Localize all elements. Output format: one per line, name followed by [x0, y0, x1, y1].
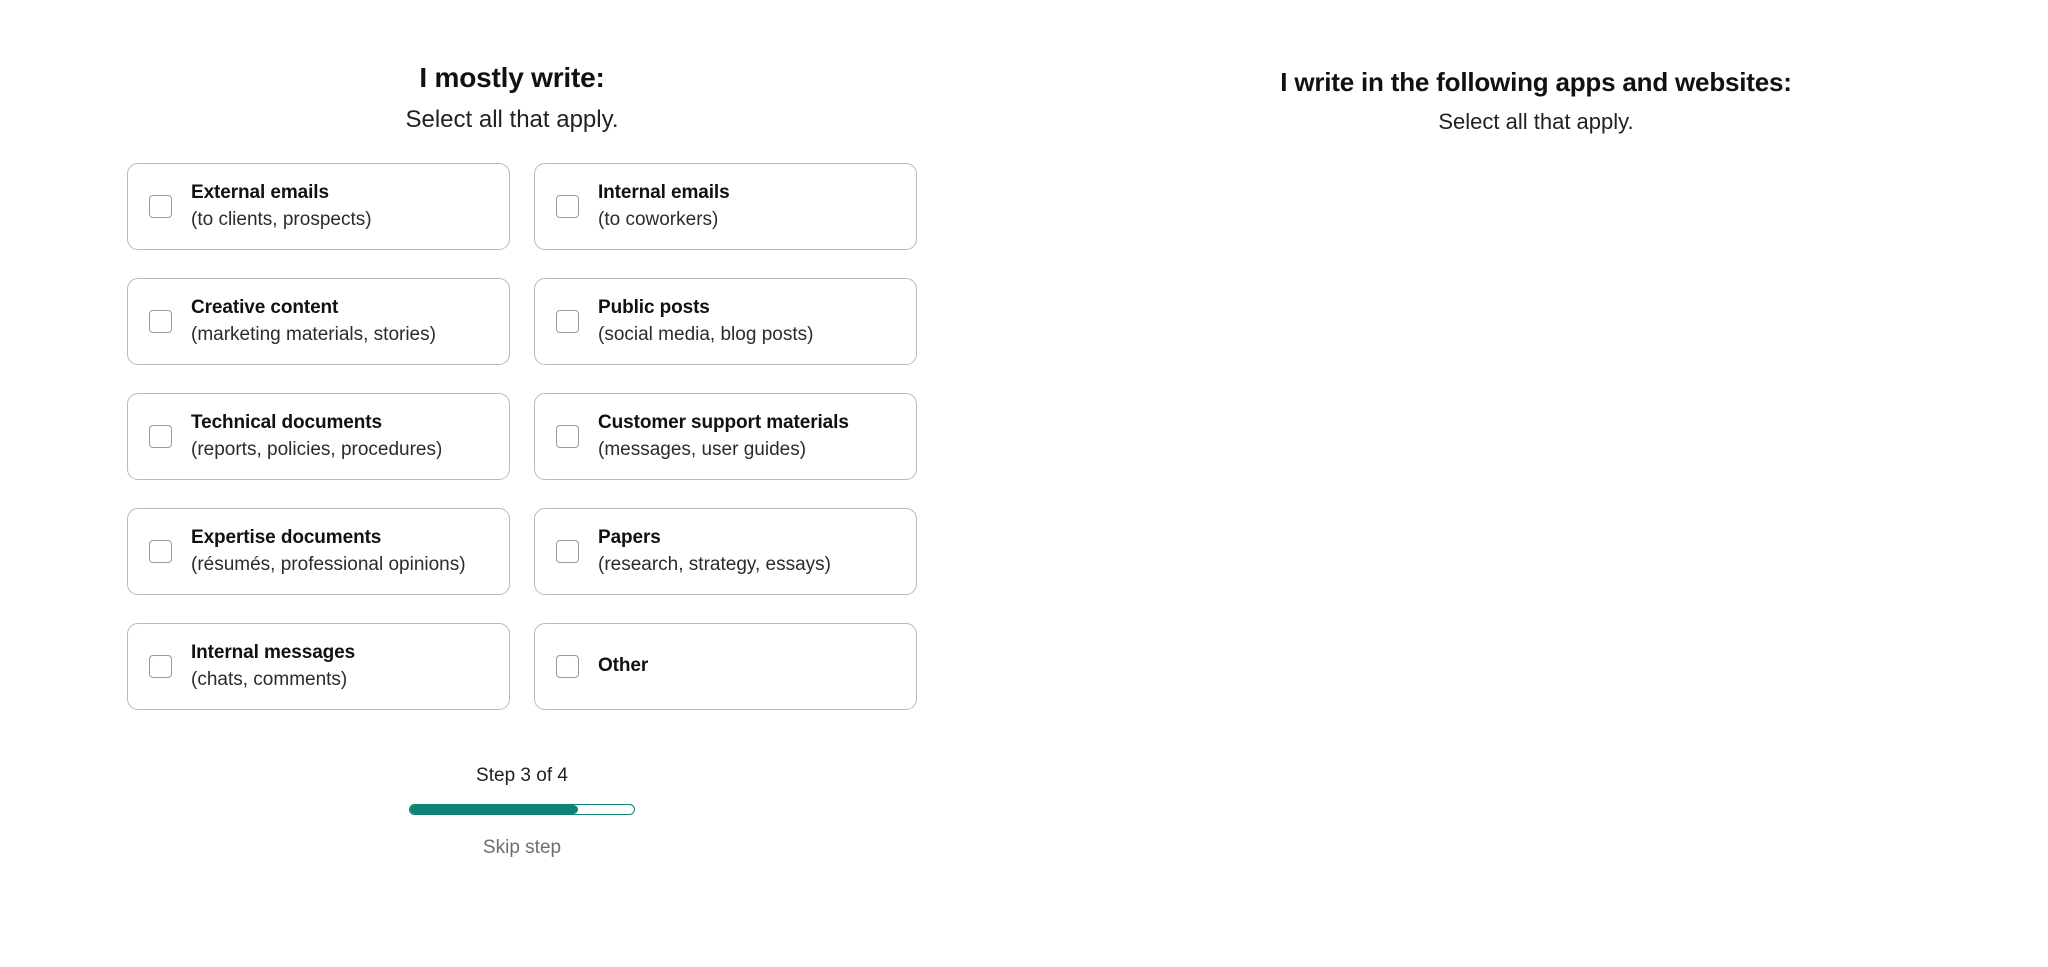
write-type-text: Other	[598, 654, 648, 679]
checkbox[interactable]	[556, 195, 579, 218]
write-types-panel: I mostly write: Select all that apply. E…	[0, 0, 1024, 858]
write-type-title: Papers	[598, 526, 661, 548]
write-type-card[interactable]: Other	[534, 623, 917, 710]
write-type-text: Public posts (social media, blog posts)	[598, 296, 813, 347]
write-type-subtitle: (reports, policies, procedures)	[191, 438, 443, 460]
checkbox[interactable]	[149, 310, 172, 333]
write-type-title: External emails	[191, 181, 329, 203]
checkbox[interactable]	[556, 540, 579, 563]
write-type-grid: External emails (to clients, prospects) In…	[127, 163, 917, 710]
write-type-card[interactable]: Internal messages (chats, comments)	[127, 623, 510, 710]
write-type-subtitle: (research, strategy, essays)	[598, 553, 832, 575]
write-type-title: Creative content	[191, 296, 339, 318]
write-type-subtitle: (messages, user guides)	[598, 438, 807, 460]
write-type-text: Expertise documents (résumés, professiona…	[191, 526, 466, 577]
write-type-title: Technical documents	[191, 411, 382, 433]
write-type-subtitle: (résumés, professional opinions)	[191, 553, 466, 575]
write-type-subtitle: (to clients, prospects)	[191, 208, 372, 230]
progress-bar	[409, 804, 635, 815]
write-type-card[interactable]: Internal emails (to coworkers)	[534, 163, 917, 250]
apps-panel: I write in the following apps and websit…	[1024, 0, 2048, 135]
write-type-subtitle: (marketing materials, stories)	[191, 323, 436, 345]
write-type-subtitle: (social media, blog posts)	[598, 323, 814, 345]
write-type-title: Internal messages	[191, 641, 356, 663]
write-type-text: Papers (research, strategy, essays)	[598, 526, 831, 577]
write-type-card[interactable]: Papers (research, strategy, essays)	[534, 508, 917, 595]
write-type-text: External emails (to clients, prospects)	[191, 181, 372, 232]
step-label: Step 3 of 4	[476, 765, 568, 786]
checkbox[interactable]	[556, 310, 579, 333]
step-progress-left: Step 3 of 4 Skip step	[127, 765, 917, 859]
write-type-title: Expertise documents	[191, 526, 382, 548]
checkbox[interactable]	[149, 655, 172, 678]
write-type-card[interactable]: Public posts (social media, blog posts)	[534, 278, 917, 365]
page-title: I write in the following apps and websit…	[1280, 67, 1792, 97]
write-type-subtitle: (to coworkers)	[598, 208, 719, 230]
write-type-subtitle: (chats, comments)	[191, 668, 348, 690]
write-type-card[interactable]: Customer support materials (messages, use…	[534, 393, 917, 480]
checkbox[interactable]	[149, 540, 172, 563]
checkbox[interactable]	[149, 425, 172, 448]
write-type-text: Internal emails (to coworkers)	[598, 181, 730, 232]
checkbox[interactable]	[556, 425, 579, 448]
write-type-title: Customer support materials	[598, 411, 849, 433]
write-type-title: Other	[598, 655, 649, 677]
page-subtitle: Select all that apply.	[405, 106, 619, 134]
write-type-card[interactable]: Creative content (marketing materials, st…	[127, 278, 510, 365]
write-type-text: Technical documents (reports, policies, p…	[191, 411, 442, 462]
checkbox[interactable]	[149, 195, 172, 218]
write-type-text: Internal messages (chats, comments)	[191, 641, 355, 692]
checkbox[interactable]	[556, 655, 579, 678]
write-type-card[interactable]: Technical documents (reports, policies, p…	[127, 393, 510, 480]
skip-step-link[interactable]: Skip step	[483, 837, 561, 859]
page-title: I mostly write:	[419, 62, 605, 93]
page-subtitle: Select all that apply.	[1438, 108, 1634, 134]
write-type-text: Creative content (marketing materials, st…	[191, 296, 436, 347]
write-type-card[interactable]: Expertise documents (résumés, professiona…	[127, 508, 510, 595]
write-type-card[interactable]: External emails (to clients, prospects)	[127, 163, 510, 250]
write-type-text: Customer support materials (messages, use…	[598, 411, 849, 462]
progress-bar-fill	[410, 805, 578, 814]
write-type-title: Internal emails	[598, 181, 730, 203]
write-type-title: Public posts	[598, 296, 710, 318]
